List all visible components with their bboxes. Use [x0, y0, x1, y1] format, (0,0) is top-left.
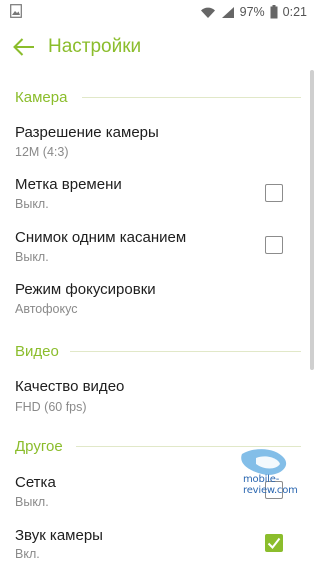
clock: 0:21	[282, 5, 307, 19]
status-icons: 97% 0:21	[200, 4, 307, 20]
setting-value: 12M (4:3)	[15, 145, 69, 159]
setting-title: Разрешение камеры	[15, 124, 159, 141]
section-divider	[82, 97, 301, 98]
image-icon	[10, 4, 22, 18]
timestamp-checkbox[interactable]	[265, 184, 283, 202]
status-bar: 97% 0:21	[0, 0, 315, 24]
camera-sound-checkbox[interactable]	[265, 534, 283, 552]
setting-value: Выкл.	[15, 197, 49, 211]
page-title: Настройки	[48, 36, 142, 57]
setting-value: Автофокус	[15, 302, 78, 316]
app-bar: Настройки	[0, 24, 315, 70]
setting-value: Выкл.	[15, 250, 49, 264]
watermark-text: mobile-review.com	[243, 474, 298, 496]
setting-title: Качество видео	[15, 378, 125, 395]
wifi-icon	[200, 7, 215, 18]
checkmark-icon	[267, 537, 281, 550]
section-header-camera: Камера	[15, 89, 68, 106]
battery-icon	[270, 5, 278, 19]
setting-title: Снимок одним касанием	[15, 229, 187, 246]
section-header-video: Видео	[15, 343, 59, 360]
setting-title: Сетка	[15, 474, 56, 491]
battery-percent: 97%	[239, 5, 265, 19]
setting-title: Звук камеры	[15, 527, 103, 544]
back-arrow-icon	[13, 38, 34, 56]
one-touch-shot-checkbox[interactable]	[265, 236, 283, 254]
back-button[interactable]	[12, 36, 36, 58]
setting-title: Метка времени	[15, 176, 122, 193]
scrollbar[interactable]	[310, 70, 314, 370]
section-divider	[70, 351, 301, 352]
setting-value: Вкл.	[15, 547, 40, 561]
signal-icon	[221, 6, 234, 18]
setting-value: Выкл.	[15, 495, 49, 509]
setting-title: Режим фокусировки	[15, 281, 156, 298]
section-header-other: Другое	[15, 438, 63, 455]
setting-value: FHD (60 fps)	[15, 400, 87, 414]
